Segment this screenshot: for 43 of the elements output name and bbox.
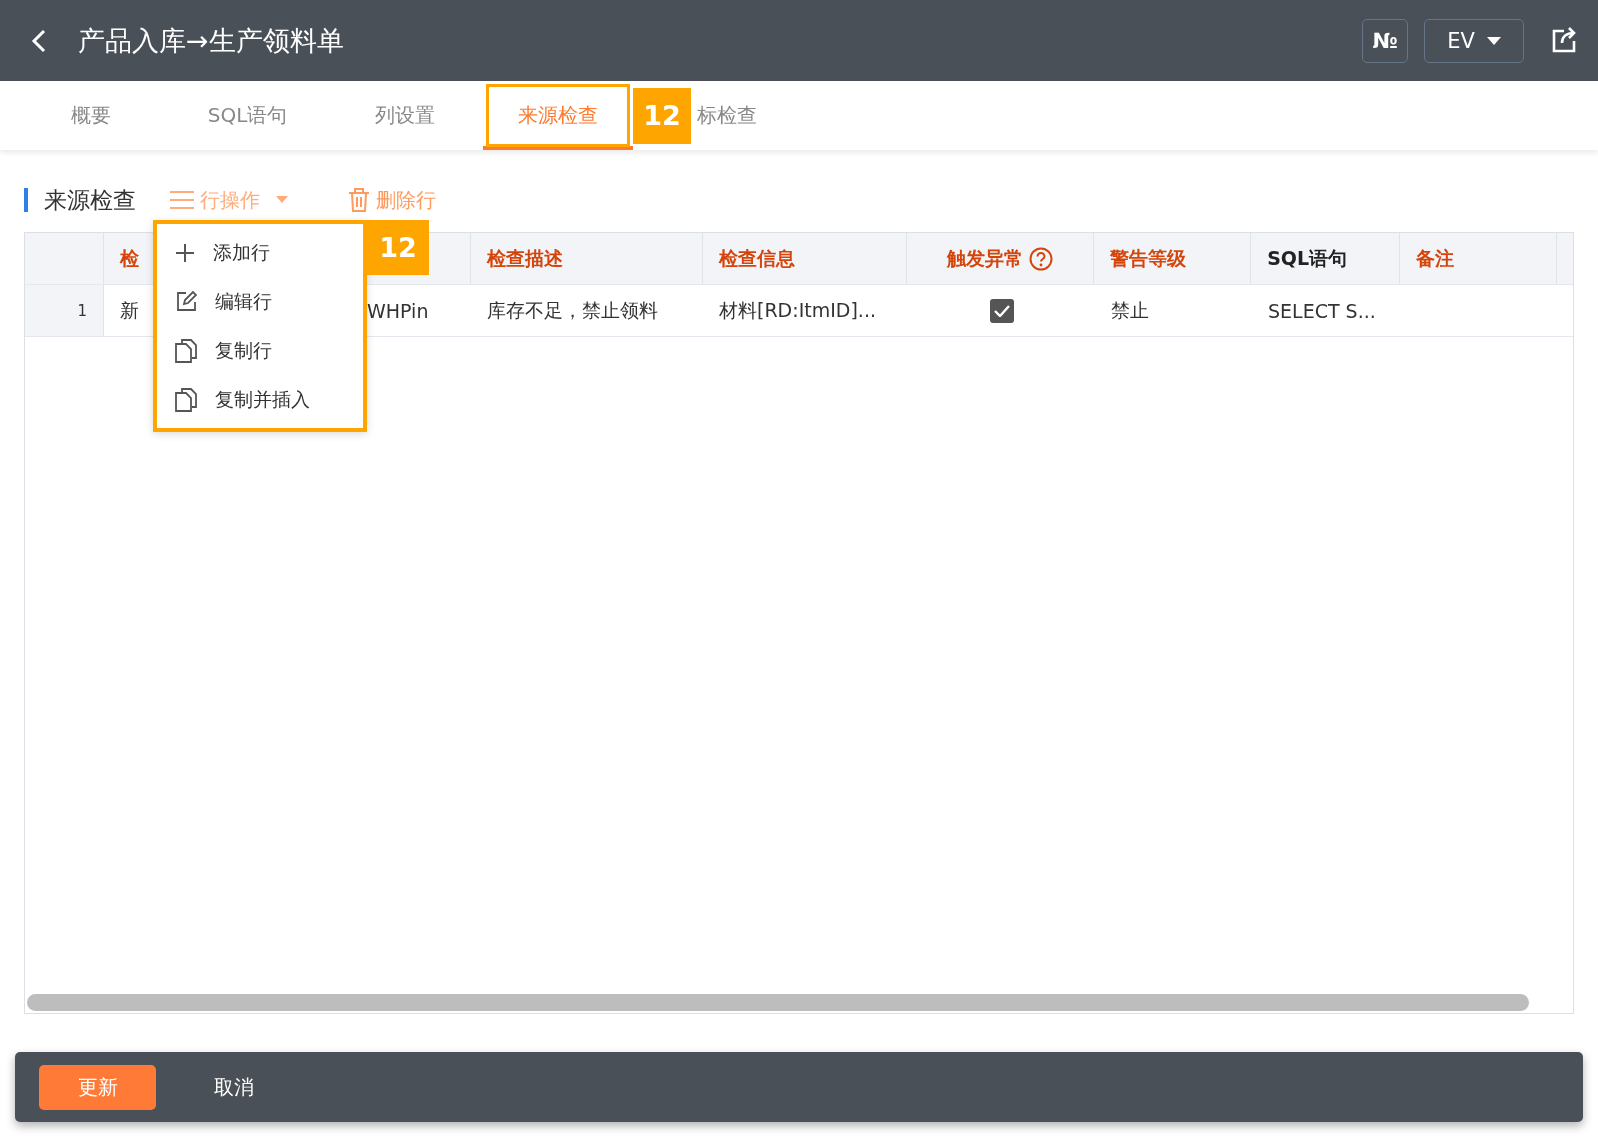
column-header: 警告等级 <box>1094 233 1252 284</box>
caret-icon <box>1486 36 1501 45</box>
table-cell: WHPin <box>367 299 429 322</box>
checkbox[interactable] <box>989 298 1014 323</box>
copy-icon <box>175 338 197 363</box>
number-button[interactable]: № <box>1362 18 1408 63</box>
table-cell-text: 材料[RD:ItmID]... <box>719 297 876 323</box>
tab[interactable]: 列设置 <box>326 81 483 150</box>
menu-item[interactable]: 复制并插入 <box>157 375 363 424</box>
scrollbar[interactable] <box>27 994 1529 1011</box>
table-cell-text: 禁止 <box>1111 297 1149 323</box>
column-header: SQL语句 <box>1251 233 1401 284</box>
list-icon <box>170 190 194 210</box>
tab[interactable]: 概要 <box>12 81 169 150</box>
section-title: 来源检查 <box>44 185 136 215</box>
callout-badge: 12 <box>633 87 691 144</box>
check-icon <box>993 304 1010 317</box>
column-header: 检查信息 <box>702 233 908 284</box>
edit-icon <box>175 290 197 313</box>
menu-item[interactable]: 复制行 <box>157 326 363 375</box>
update-button[interactable]: 更新 <box>39 1064 156 1110</box>
caret-icon <box>276 196 288 204</box>
tab[interactable]: SQL语句 <box>169 81 326 150</box>
table-cell-text: 新 <box>120 297 139 323</box>
language-dropdown[interactable]: EV <box>1424 18 1524 63</box>
delete-row-button[interactable]: 删除行 <box>348 186 436 214</box>
help-icon[interactable] <box>1029 246 1054 271</box>
section-marker <box>24 188 28 212</box>
column-header: 备注 <box>1400 233 1557 284</box>
row-number: 1 <box>25 285 104 336</box>
cancel-button[interactable]: 取消 <box>208 1072 260 1102</box>
column-header: 触发异常 <box>907 233 1095 284</box>
trash-icon <box>348 188 370 212</box>
share-icon[interactable] <box>1550 26 1578 55</box>
column-header: 检查描述 <box>470 233 703 284</box>
window-title: 产品入库→生产领料单 <box>78 23 345 58</box>
table-cell: SELECT S... <box>1268 299 1376 322</box>
tab[interactable]: 标检查 <box>691 81 763 150</box>
tab[interactable]: 来源检查 <box>483 81 633 150</box>
table-cell-text: 库存不足，禁止领料 <box>487 297 658 323</box>
callout-badge: 12 <box>367 220 429 275</box>
plus-icon <box>175 242 195 263</box>
copy-icon <box>175 387 197 412</box>
